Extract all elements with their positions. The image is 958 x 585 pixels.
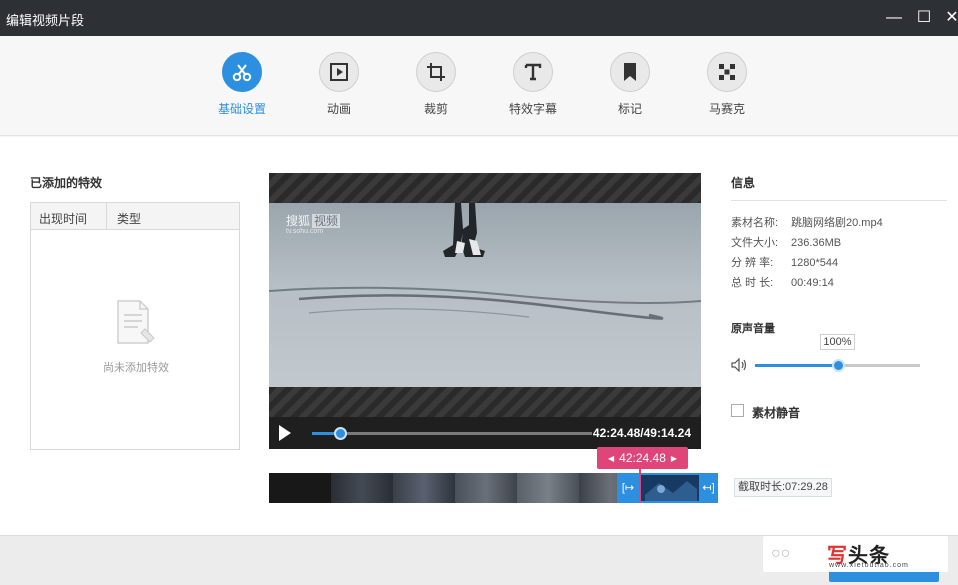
video-watermark: 搜狐 视频 [286, 212, 341, 229]
info-value: 跳脑网络剧20.mp4 [791, 217, 883, 229]
info-row-duration: 总 时 长: 00:49:14 [731, 274, 834, 290]
watermark-brand: 搜狐 [286, 214, 311, 228]
tab-effect-subtitle[interactable]: 特效字幕 [498, 52, 568, 117]
current-time: 42:24.48 [619, 451, 666, 465]
toolbar: 基础设置 动画 裁剪 特效字幕 标记 马赛克 [0, 36, 958, 136]
effects-title: 已添加的特效 [30, 176, 103, 190]
playback-time: 42:24.48/49:14.24 [592, 426, 691, 440]
info-key: 总 时 长: [731, 277, 774, 289]
arrow-right-icon[interactable]: ▶ [671, 454, 677, 463]
clip-selection[interactable] [639, 473, 699, 503]
video-player: 搜狐 视频 tv.sohu.com 42:24.48/49:14.24 [269, 173, 701, 449]
text-icon [513, 52, 553, 92]
footer: ○○ 写头条 www.xietoutiao.com [0, 535, 958, 585]
maximize-button[interactable]: ☐ [912, 6, 936, 30]
title-bar: 编辑视频片段 — ☐ ✕ [0, 0, 958, 36]
timeline-frame [331, 473, 393, 503]
current-time-marker-label[interactable]: ◀ 42:24.48 ▶ [597, 447, 689, 469]
effects-table: 出现时间 类型 尚未添加特效 [30, 202, 240, 450]
minimize-button[interactable]: — [882, 6, 906, 30]
info-divider [731, 200, 947, 201]
video-scene [269, 203, 701, 320]
column-header-time: 出现时间 [39, 212, 88, 226]
tab-animation[interactable]: 动画 [304, 52, 374, 117]
volume-slider[interactable] [755, 359, 920, 372]
empty-state-text: 尚未添加特效 [103, 362, 169, 374]
watermark-tag: 视频 [312, 214, 341, 228]
arrow-left-icon[interactable]: ◀ [608, 454, 614, 463]
animation-play-icon [319, 52, 359, 92]
mute-checkbox[interactable] [731, 404, 744, 417]
letterbox-bottom [269, 387, 701, 417]
tab-mark[interactable]: 标记 [595, 52, 665, 117]
close-button[interactable]: ✕ [940, 6, 958, 30]
timeline-frame [455, 473, 517, 503]
info-value: 00:49:14 [791, 277, 834, 289]
clip-start-handle[interactable]: [↦ [617, 473, 639, 503]
clip-end-handle[interactable]: ↤] [699, 473, 718, 503]
playhead-marker[interactable] [639, 469, 641, 503]
timeline-frame [269, 473, 331, 503]
bookmark-icon [610, 52, 650, 92]
info-row-filesize: 文件大小: 236.36MB [731, 234, 841, 250]
window-title: 编辑视频片段 [6, 13, 85, 28]
letterbox-top [269, 173, 701, 203]
volume-value-tooltip: 100% [820, 334, 855, 350]
logo-url: www.xietoutiao.com [829, 562, 909, 569]
info-row-resolution: 分 辨 率: 1280*544 [731, 254, 838, 270]
volume-title: 原声音量 [731, 323, 775, 335]
watermark-site: tv.sohu.com [286, 228, 324, 235]
volume-fill [755, 364, 838, 367]
mosaic-icon [707, 52, 747, 92]
timeline-frame [393, 473, 455, 503]
tab-label: 裁剪 [423, 102, 448, 116]
tab-label: 基础设置 [217, 102, 266, 116]
info-key: 分 辨 率: [731, 257, 774, 269]
player-controls: 42:24.48/49:14.24 [269, 417, 701, 449]
info-key: 文件大小: [731, 237, 779, 249]
tab-label: 动画 [326, 102, 351, 116]
tab-basic-settings[interactable]: 基础设置 [207, 52, 277, 117]
tab-label: 马赛克 [708, 102, 745, 116]
speaker-icon[interactable] [731, 357, 747, 375]
progress-bar[interactable] [312, 427, 592, 440]
mute-label: 素材静音 [752, 406, 801, 420]
play-button[interactable] [279, 425, 291, 441]
info-title: 信息 [731, 176, 756, 190]
video-frame[interactable]: 搜狐 视频 tv.sohu.com [269, 203, 701, 387]
clip-duration: 截取时长:07:29.28 [734, 478, 832, 497]
clip-preview [639, 475, 699, 501]
main-panel: 已添加的特效 出现时间 类型 尚未添加特效 搜狐视频 tv.sohu.com [0, 137, 958, 535]
scissors-icon [222, 52, 262, 92]
timeline-frame [517, 473, 579, 503]
tab-mosaic[interactable]: 马赛克 [692, 52, 762, 117]
column-divider [106, 203, 107, 230]
info-row-filename: 素材名称: 跳脑网络剧20.mp4 [731, 214, 883, 230]
tab-crop[interactable]: 裁剪 [401, 52, 471, 117]
progress-handle[interactable] [334, 427, 347, 440]
effects-table-header: 出现时间 类型 [31, 203, 239, 230]
info-value: 1280*544 [791, 257, 839, 269]
empty-document-icon [114, 299, 158, 350]
crop-icon [416, 52, 456, 92]
volume-handle[interactable] [831, 359, 845, 372]
site-logo: ○○ 写头条 www.xietoutiao.com [763, 536, 948, 572]
tab-label: 特效字幕 [508, 102, 557, 116]
info-key: 素材名称: [731, 217, 779, 229]
logo-bubble-icon: ○○ [771, 545, 791, 562]
tab-label: 标记 [617, 102, 642, 116]
info-value: 236.36MB [791, 237, 842, 249]
column-header-type: 类型 [117, 212, 142, 226]
